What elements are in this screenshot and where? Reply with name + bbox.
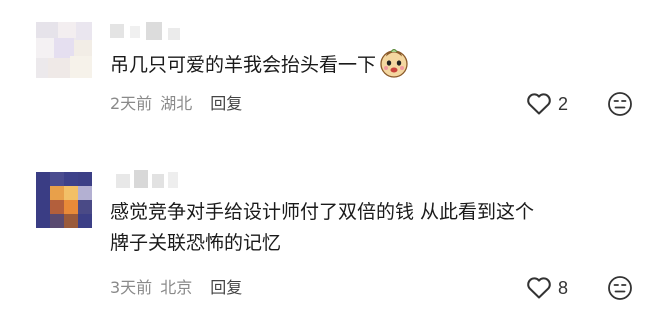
comment-meta: 2天前 湖北 回复 <box>110 92 242 116</box>
comment-item: 吊几只可爱的羊我会抬头看一下 2天前 湖北 回复 2 <box>0 0 660 150</box>
username[interactable] <box>110 22 206 42</box>
dislike-face-icon[interactable] <box>607 91 633 117</box>
comment-location: 北京 <box>160 278 193 297</box>
comment-time: 2天前 <box>110 94 153 113</box>
comment-text-line: 吊几只可爱的羊我会抬头看一下 <box>110 54 377 76</box>
comment-location: 湖北 <box>160 94 193 113</box>
sheep-face-emoji <box>380 49 408 78</box>
comment-text: 感觉竞争对手给设计师付了双倍的钱 从此看到这个 牌子关联恐怖的记忆 <box>110 197 534 259</box>
comment-time: 3天前 <box>110 278 153 297</box>
like-count: 2 <box>558 93 569 114</box>
comment-text: 吊几只可爱的羊我会抬头看一下 <box>110 47 410 81</box>
comment-text-line: 感觉竞争对手给设计师付了双倍的钱 从此看到这个 <box>110 201 535 223</box>
heart-outline-icon <box>527 93 551 115</box>
heart-outline-icon <box>527 277 551 299</box>
comment-item: 感觉竞争对手给设计师付了双倍的钱 从此看到这个 牌子关联恐怖的记忆 3天前 北京回… <box>0 150 660 321</box>
reply-button[interactable]: 回复 <box>210 276 242 300</box>
comment-text-line: 牌子关联恐怖的记忆 <box>110 232 282 254</box>
reply-button[interactable]: 回复 <box>210 92 242 116</box>
dislike-face-icon[interactable] <box>607 275 633 301</box>
username[interactable] <box>110 170 206 190</box>
like-count: 8 <box>558 277 569 298</box>
like-button[interactable]: 8 <box>526 274 568 302</box>
comment-list: { "comments": [ { "text_lines": ["吊几只可爱的… <box>0 0 660 321</box>
comment-meta: 3天前 北京 回复 <box>110 276 242 300</box>
like-button[interactable]: 2 <box>526 90 568 118</box>
avatar[interactable] <box>36 172 92 228</box>
avatar[interactable] <box>36 22 92 78</box>
